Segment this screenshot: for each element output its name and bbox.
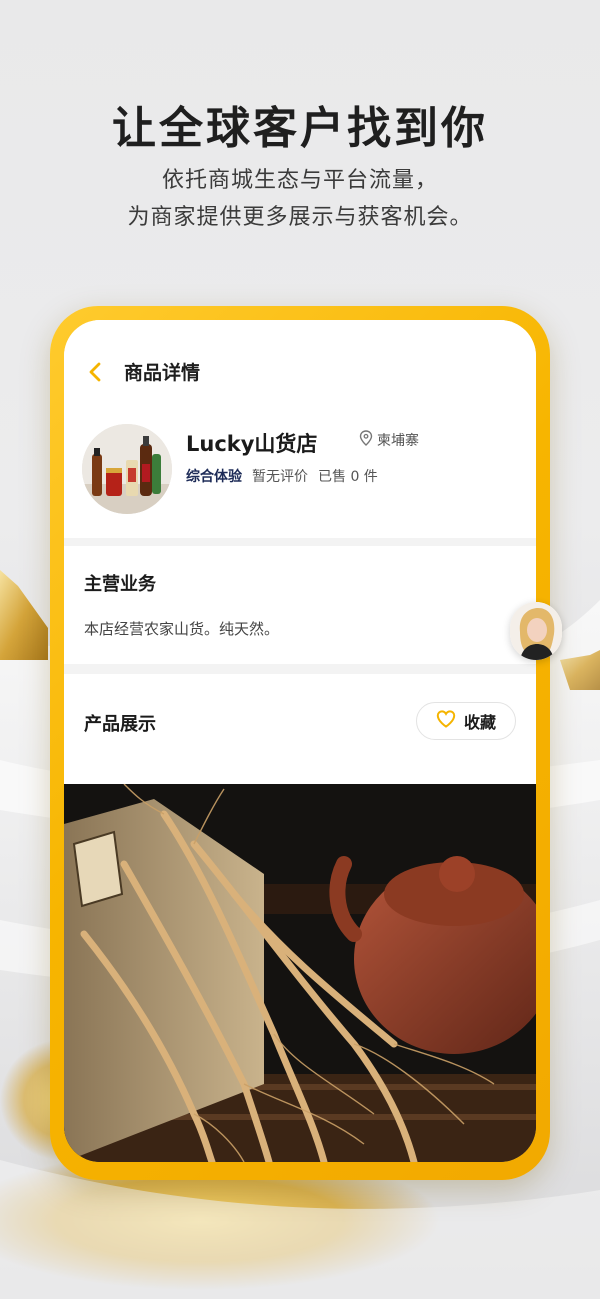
business-section: 主营业务 本店经营农家山货。纯天然。 [64, 546, 536, 664]
nav-bar: 商品详情 [64, 320, 536, 418]
phone-screen: 商品详情 Lucky山货店 柬埔寨 综合体验 暂无评价 已售 0 件 主营业务 … [64, 320, 536, 1162]
shop-card: Lucky山货店 柬埔寨 综合体验 暂无评价 已售 0 件 [64, 418, 536, 538]
business-description: 本店经营农家山货。纯天然。 [84, 620, 280, 638]
shop-name: Lucky山货店 [186, 432, 318, 456]
promo-subtitle-line-2: 为商家提供更多展示与获客机会。 [127, 205, 473, 230]
business-title: 主营业务 [84, 574, 156, 595]
location-text: 柬埔寨 [377, 433, 419, 449]
heart-icon [436, 710, 456, 732]
shop-meta: 综合体验 暂无评价 已售 0 件 [186, 466, 378, 486]
sold-count: 已售 0 件 [318, 469, 378, 485]
promo-subtitle-line-1: 依托商城生态与平台流量， [161, 168, 438, 193]
chevron-left-icon[interactable] [84, 360, 108, 384]
location-pin-icon [359, 430, 373, 450]
promo-title: 让全球客户找到你 [112, 103, 488, 154]
customer-service-avatar[interactable] [510, 602, 562, 660]
shop-location: 柬埔寨 [359, 430, 419, 450]
rating-text: 暂无评价 [252, 469, 308, 485]
favorite-button[interactable]: 收藏 [416, 702, 516, 740]
experience-label: 综合体验 [186, 469, 242, 485]
product-image[interactable] [64, 784, 536, 1162]
page-title: 商品详情 [124, 362, 201, 384]
products-section: 产品展示 收藏 [64, 674, 536, 784]
shop-avatar[interactable] [82, 424, 172, 514]
favorite-label: 收藏 [463, 713, 496, 732]
products-title: 产品展示 [84, 714, 156, 735]
